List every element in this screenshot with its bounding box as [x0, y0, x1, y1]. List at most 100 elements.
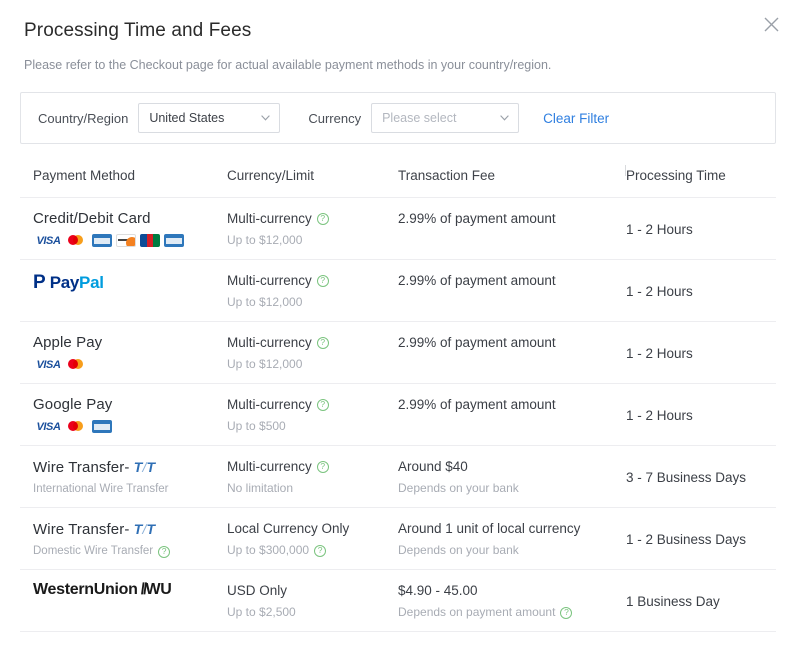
- cell-currency-limit: USD Only Up to $2,500: [215, 581, 386, 621]
- cell-currency-limit: Multi-currency? Up to $12,000: [215, 333, 386, 373]
- currency-select-value: Please select: [382, 111, 457, 125]
- table-row: WesternUnion \\ WU USD Only Up to $2,500 $4.…: [20, 570, 776, 632]
- transaction-fee-note: Depends on your bank: [398, 543, 519, 557]
- page-title: Processing Time and Fees: [24, 20, 252, 41]
- transaction-fee-value: 2.99% of payment amount: [398, 273, 556, 288]
- jcb-logo-icon: [140, 234, 160, 247]
- limit-value: Up to $12,000: [227, 295, 303, 309]
- limit-value: Up to $12,000: [227, 233, 303, 247]
- cell-currency-limit: Multi-currency? No limitation: [215, 457, 386, 497]
- processing-time-value: 1 - 2 Hours: [626, 346, 693, 361]
- help-icon[interactable]: ?: [316, 336, 329, 349]
- currency-select[interactable]: Please select: [371, 103, 520, 133]
- cell-currency-limit: Multi-currency? Up to $12,000: [215, 271, 386, 311]
- mastercard-logo-icon: [68, 234, 88, 247]
- transaction-fee-value: Around 1 unit of local currency: [398, 521, 581, 536]
- currency-value: Multi-currency?: [227, 457, 386, 476]
- payment-method-name: Apple Pay: [33, 334, 103, 351]
- westernunion-wu-mark: WU: [145, 581, 172, 598]
- tt-mark-icon: T/T: [133, 459, 156, 475]
- modal-header: Processing Time and Fees Please refer to…: [0, 0, 796, 74]
- cell-processing-time: 1 - 2 Hours: [614, 395, 776, 425]
- cell-transaction-fee: 2.99% of payment amount: [386, 333, 614, 352]
- transaction-fee-note: Depends on payment amount?: [398, 604, 614, 621]
- cell-transaction-fee: 2.99% of payment amount: [386, 395, 614, 414]
- limit-value: Up to $500: [227, 419, 286, 433]
- column-header-payment-method: Payment Method: [33, 168, 136, 183]
- cell-processing-time: 1 - 2 Hours: [614, 333, 776, 363]
- currency-label: Currency: [308, 110, 362, 126]
- help-icon[interactable]: ?: [560, 606, 573, 619]
- cell-payment-method: WesternUnion \\ WU: [20, 581, 215, 599]
- transaction-fee-value: Around $40: [398, 459, 468, 474]
- transaction-fee-value: 2.99% of payment amount: [398, 397, 556, 412]
- filter-section: Country/Region United States Currency Pl…: [0, 74, 796, 144]
- country-label: Country/Region: [38, 110, 129, 126]
- mastercard-logo-icon: [68, 358, 88, 371]
- help-icon[interactable]: ?: [158, 545, 171, 558]
- processing-time-value: 3 - 7 Business Days: [626, 470, 747, 485]
- table-row: P PayPal Multi-currency? Up to $12,000 2.9…: [20, 260, 776, 322]
- currency-value: Multi-currency?: [227, 271, 386, 290]
- cell-transaction-fee: Around $40 Depends on your bank: [386, 457, 614, 497]
- country-select[interactable]: United States: [138, 103, 281, 133]
- processing-time-value: 1 - 2 Business Days: [626, 532, 747, 547]
- modal-subtitle: Please refer to the Checkout page for ac…: [24, 58, 552, 72]
- cell-processing-time: 1 - 2 Business Days: [614, 519, 776, 549]
- column-header-transaction-fee: Transaction Fee: [398, 168, 496, 183]
- cell-payment-method: Wire Transfer- T/T International Wire Tra…: [20, 457, 215, 497]
- help-icon[interactable]: ?: [314, 544, 327, 557]
- payment-method-subtitle: Domestic Wire Transfer?: [33, 544, 215, 559]
- cell-currency-limit: Local Currency Only Up to $300,000?: [215, 519, 386, 559]
- clear-filter-button[interactable]: Clear Filter: [543, 111, 609, 126]
- transaction-fee-value: 2.99% of payment amount: [398, 211, 556, 226]
- limit-value: Up to $12,000: [227, 357, 303, 371]
- card-logos: VISA: [33, 234, 215, 247]
- help-icon[interactable]: ?: [316, 460, 329, 473]
- payment-method-name: Credit/Debit Card: [33, 210, 151, 227]
- visa-logo-icon: VISA: [33, 234, 64, 247]
- cell-transaction-fee: 2.99% of payment amount: [386, 209, 614, 228]
- paypal-logo-icon: P PayPal: [33, 272, 104, 293]
- help-icon[interactable]: ?: [316, 274, 329, 287]
- mastercard-logo-icon: [68, 420, 88, 433]
- card-logos: VISA: [33, 358, 215, 371]
- limit-value: No limitation: [227, 481, 294, 495]
- processing-time-value: 1 - 2 Hours: [626, 284, 693, 299]
- cell-payment-method: Wire Transfer- T/T Domestic Wire Transfer…: [20, 519, 215, 559]
- transaction-fee-value: $4.90 - 45.00: [398, 583, 478, 598]
- cell-processing-time: 1 - 2 Hours: [614, 209, 776, 239]
- transaction-fee-note: Depends on your bank: [398, 481, 519, 495]
- amex-logo-icon: [92, 234, 112, 247]
- help-icon[interactable]: ?: [316, 398, 329, 411]
- column-header-currency-limit: Currency/Limit: [227, 168, 315, 183]
- table-header-row: Payment Method Currency/Limit Transactio…: [20, 160, 776, 198]
- table-row: Credit/Debit Card VISA Multi-currency? Up t…: [20, 198, 776, 260]
- cell-payment-method: Google Pay VISA: [20, 395, 215, 433]
- currency-value: Multi-currency?: [227, 395, 386, 414]
- cell-transaction-fee: 2.99% of payment amount: [386, 271, 614, 290]
- cell-payment-method: Apple Pay VISA: [20, 333, 215, 371]
- visa-logo-icon: VISA: [33, 358, 64, 371]
- cell-payment-method: Credit/Debit Card VISA: [20, 209, 215, 247]
- cell-currency-limit: Multi-currency? Up to $500: [215, 395, 386, 435]
- processing-time-value: 1 Business Day: [626, 594, 720, 609]
- currency-value: Local Currency Only: [227, 521, 350, 536]
- limit-value: Up to $300,000?: [227, 542, 386, 559]
- visa-logo-icon: VISA: [33, 420, 64, 433]
- cell-transaction-fee: $4.90 - 45.00 Depends on payment amount?: [386, 581, 614, 621]
- column-header-processing-time-label: Processing Time: [626, 168, 726, 183]
- cell-transaction-fee: Around 1 unit of local currency Depends o…: [386, 519, 614, 559]
- payment-method-name: Wire Transfer- T/T: [33, 459, 156, 476]
- close-icon[interactable]: [758, 11, 784, 37]
- currency-value: Multi-currency?: [227, 209, 386, 228]
- cell-processing-time: 1 - 2 Hours: [614, 271, 776, 301]
- payment-method-subtitle: International Wire Transfer: [33, 483, 169, 495]
- cell-processing-time: 1 Business Day: [614, 581, 776, 611]
- payment-method-name: Google Pay: [33, 396, 113, 413]
- tt-mark-icon: T/T: [133, 521, 156, 537]
- payment-method-name: Wire Transfer- T/T: [33, 521, 156, 538]
- help-icon[interactable]: ?: [316, 212, 329, 225]
- table-row: Google Pay VISA Multi-currency? Up to $500 2…: [20, 384, 776, 446]
- chevron-down-icon: [500, 115, 509, 121]
